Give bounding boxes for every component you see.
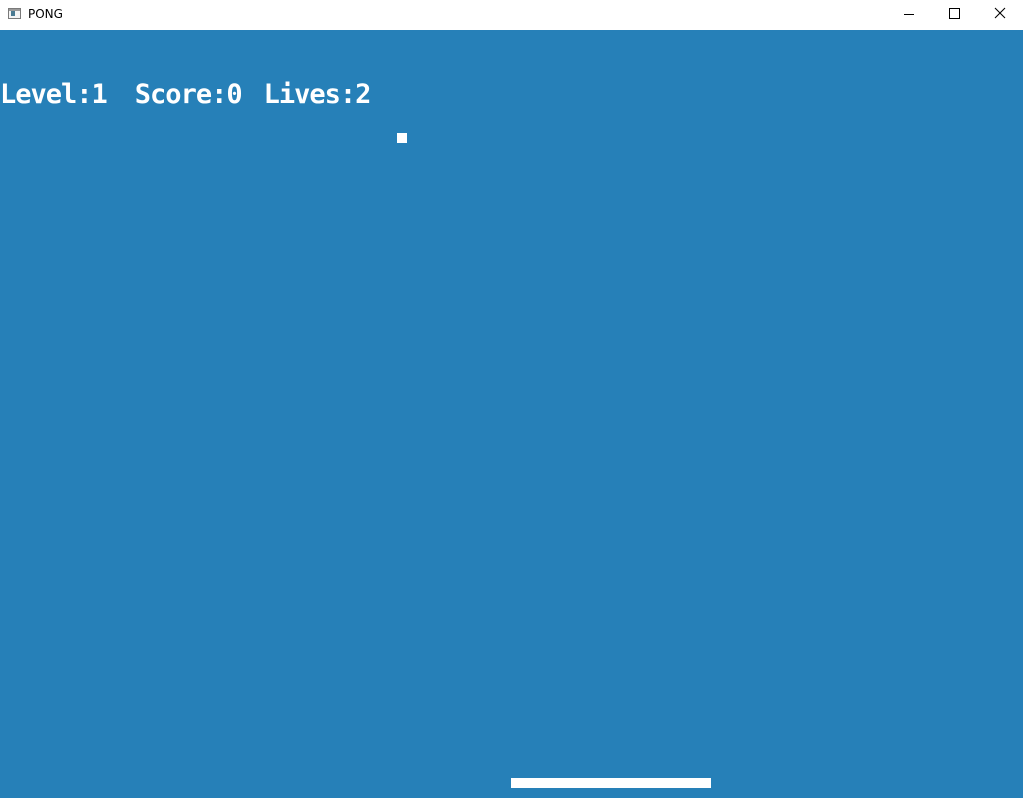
window-title: PONG xyxy=(28,7,63,21)
close-button[interactable] xyxy=(977,0,1023,30)
paddle[interactable] xyxy=(511,778,711,788)
maximize-icon xyxy=(949,8,960,19)
maximize-button[interactable] xyxy=(932,0,978,30)
minimize-icon xyxy=(904,14,914,15)
level-label: Level:1 xyxy=(0,79,108,110)
minimize-button[interactable] xyxy=(886,0,932,30)
lives-label: Lives:2 xyxy=(263,79,372,110)
app-window-icon xyxy=(8,8,21,19)
close-icon xyxy=(994,7,1006,19)
hud: Level:1 Score:0 Lives:2 xyxy=(0,79,372,110)
game-canvas[interactable]: Level:1 Score:0 Lives:2 xyxy=(0,30,1023,798)
app-window: PONG Level:1 Score:0 Lives:2 xyxy=(0,0,1023,798)
title-bar[interactable]: PONG xyxy=(0,0,1023,30)
score-label: Score:0 xyxy=(134,79,243,110)
ball xyxy=(397,133,407,143)
